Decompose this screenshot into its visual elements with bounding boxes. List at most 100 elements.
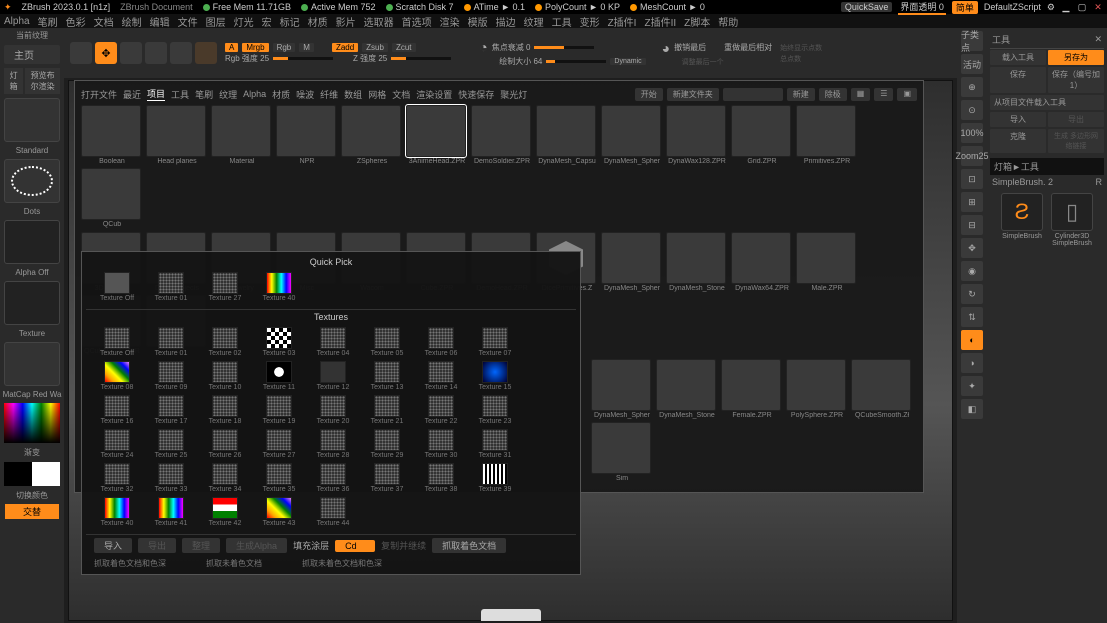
r-label[interactable]: R (1096, 177, 1103, 187)
menu-选取器[interactable]: 选取器 (364, 14, 394, 29)
texture-Texture 39[interactable]: Texture 39 (472, 463, 518, 493)
tool-simplebrush[interactable]: Ƨ SimpleBrush (999, 193, 1045, 247)
texture-Texture 44[interactable]: Texture 44 (310, 497, 356, 527)
rightbar-icon-6[interactable]: ⊡ (961, 169, 983, 189)
texture-Texture 34[interactable]: Texture 34 (202, 463, 248, 493)
lightbox-newfolder-button[interactable]: 新建文件夹 (667, 88, 719, 101)
material-swatch[interactable] (4, 342, 60, 386)
rightbar-icon-4[interactable]: 100% (961, 123, 983, 143)
color-picker[interactable] (4, 403, 60, 443)
rightbar-icon-14[interactable]: ◑ (961, 353, 983, 373)
lightbox-start-button[interactable]: 开始 (635, 88, 663, 101)
menu-色彩[interactable]: 色彩 (66, 14, 86, 29)
zadd-tag[interactable]: Zadd (332, 43, 358, 52)
texture-Texture 16[interactable]: Texture 16 (94, 395, 140, 425)
texture-Texture 41[interactable]: Texture 41 (148, 497, 194, 527)
gizmo-icon[interactable] (195, 42, 217, 64)
texture-Texture 27[interactable]: Texture 27 (256, 429, 302, 459)
brush-swatch[interactable] (4, 98, 60, 142)
tex-export-button[interactable]: 导出 (138, 538, 176, 553)
clone-button[interactable]: 克隆 (990, 129, 1046, 153)
menu-文件[interactable]: 文件 (178, 14, 198, 29)
texture-Texture 17[interactable]: Texture 17 (148, 395, 194, 425)
lightbox-button[interactable]: 灯箱 (4, 68, 23, 94)
menu-笔刷[interactable]: 笔刷 (38, 14, 58, 29)
zcut-tag[interactable]: Zcut (392, 43, 416, 52)
project-thumb[interactable]: QCubeSmooth.Zł (851, 359, 913, 419)
rightbar-icon-11[interactable]: ↻ (961, 284, 983, 304)
project-thumb[interactable]: Material (211, 105, 273, 165)
rotate-mode-icon[interactable] (170, 42, 192, 64)
lightbox-tab-工具[interactable]: 工具 (171, 88, 189, 101)
rgb-intensity-slider[interactable] (273, 57, 333, 60)
lightbox-tab-纹理[interactable]: 纹理 (219, 88, 237, 101)
lightbox-tool-label[interactable]: 灯箱►工具 (990, 158, 1104, 175)
menu-工具[interactable]: 工具 (552, 14, 572, 29)
rightbar-icon-13[interactable]: ◐ (961, 330, 983, 350)
rightbar-icon-5[interactable]: Zoom25 (961, 146, 983, 166)
lightbox-tab-渲染设置[interactable]: 渲染设置 (416, 88, 452, 101)
focal-shift-slider[interactable] (534, 46, 594, 49)
texture-Texture 35[interactable]: Texture 35 (256, 463, 302, 493)
tex-alpha-button[interactable]: 生成Alpha (226, 538, 287, 553)
texture-Texture 03[interactable]: Texture 03 (256, 327, 302, 357)
project-thumb[interactable]: DynaMesh_Spher (591, 359, 653, 419)
lightbox-tab-网格[interactable]: 网格 (368, 88, 386, 101)
texture-Texture 42[interactable]: Texture 42 (202, 497, 248, 527)
save-button[interactable]: 保存 (990, 67, 1046, 93)
z-intensity-slider[interactable] (391, 57, 451, 60)
texture-Texture 40[interactable]: Texture 40 (94, 497, 140, 527)
texture-Texture 05[interactable]: Texture 05 (364, 327, 410, 357)
texture-Texture 09[interactable]: Texture 09 (148, 361, 194, 391)
rightbar-icon-1[interactable]: 活动 (961, 54, 983, 74)
project-thumb[interactable]: Sim (591, 422, 653, 482)
view-grid-icon[interactable]: ▦ (851, 88, 871, 101)
export-button[interactable]: 导出 (1048, 112, 1104, 127)
texture-Texture 25[interactable]: Texture 25 (148, 429, 194, 459)
mrgb-tag[interactable]: Mrgb (242, 43, 268, 52)
texture-Texture 04[interactable]: Texture 04 (310, 327, 356, 357)
menu-Z插件I[interactable]: Z插件I (608, 14, 637, 29)
draw-mode-icon[interactable]: ✥ (95, 42, 117, 64)
move-mode-icon[interactable] (120, 42, 142, 64)
menu-编辑[interactable]: 编辑 (150, 14, 170, 29)
grab-unshaded[interactable]: 抓取未着色文档 (206, 558, 262, 569)
texture-Texture 10[interactable]: Texture 10 (202, 361, 248, 391)
texture-Texture 30[interactable]: Texture 30 (418, 429, 464, 459)
rightbar-icon-8[interactable]: ⊟ (961, 215, 983, 235)
project-thumb[interactable]: DynaMesh_Spher (601, 105, 663, 165)
lightbox-tab-快速保存[interactable]: 快速保存 (458, 88, 494, 101)
menu-Z脚本[interactable]: Z脚本 (684, 14, 710, 29)
zsub-tag[interactable]: Zsub (362, 43, 388, 52)
preview-bool-button[interactable]: 预览布尔渲染 (25, 68, 60, 94)
menu-绘制[interactable]: 绘制 (122, 14, 142, 29)
texture-Texture 20[interactable]: Texture 20 (310, 395, 356, 425)
texture-Texture 12[interactable]: Texture 12 (310, 361, 356, 391)
mode-a-tag[interactable]: A (225, 43, 238, 52)
menu-渲染[interactable]: 渲染 (440, 14, 460, 29)
rightbar-icon-7[interactable]: ⊞ (961, 192, 983, 212)
menu-影片[interactable]: 影片 (336, 14, 356, 29)
cd-button[interactable]: Cd (335, 540, 375, 552)
dynamic-tag[interactable]: Dynamic (610, 58, 645, 65)
texture-Texture 21[interactable]: Texture 21 (364, 395, 410, 425)
menu-模版[interactable]: 模版 (468, 14, 488, 29)
texture-Texture 14[interactable]: Texture 14 (418, 361, 464, 391)
swap-button[interactable]: 交替 (5, 504, 59, 519)
menu-宏[interactable]: 宏 (262, 14, 272, 29)
texture-Texture 27[interactable]: Texture 27 (202, 272, 248, 302)
texture-Texture 36[interactable]: Texture 36 (310, 463, 356, 493)
view-list-icon[interactable]: ☰ (874, 88, 893, 101)
texture-Texture 26[interactable]: Texture 26 (202, 429, 248, 459)
rightbar-icon-12[interactable]: ⇅ (961, 307, 983, 327)
project-thumb[interactable]: Female.ZPR (721, 359, 783, 419)
project-thumb[interactable]: DemoSoldier.ZPR (471, 105, 533, 165)
texture-Texture 33[interactable]: Texture 33 (148, 463, 194, 493)
view-large-icon[interactable]: ▣ (897, 88, 917, 101)
edit-mode-icon[interactable] (70, 42, 92, 64)
texture-Texture 32[interactable]: Texture 32 (94, 463, 140, 493)
menu-Z插件II[interactable]: Z插件II (644, 14, 676, 29)
project-thumb[interactable]: PolySphere.ZPR (786, 359, 848, 419)
texture-Texture 31[interactable]: Texture 31 (472, 429, 518, 459)
settings-icon[interactable]: ⚙ (1047, 2, 1055, 13)
